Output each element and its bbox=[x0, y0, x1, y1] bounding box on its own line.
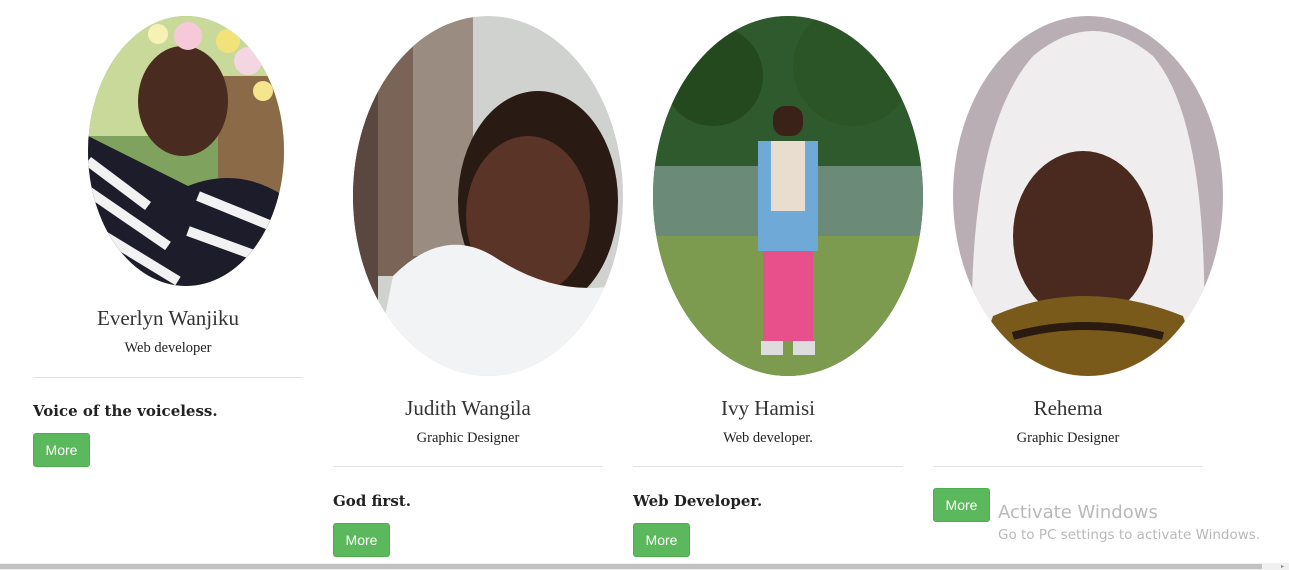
activate-windows-title: Activate Windows bbox=[998, 502, 1158, 523]
more-button[interactable]: More bbox=[333, 523, 390, 557]
more-button[interactable]: More bbox=[633, 523, 690, 557]
more-button[interactable]: More bbox=[933, 488, 990, 522]
member-role: Graphic Designer bbox=[416, 430, 520, 446]
horizontal-scrollbar[interactable]: ▸ bbox=[0, 563, 1289, 570]
portrait-photo-judith bbox=[353, 16, 623, 376]
activate-windows-subtitle: Go to PC settings to activate Windows. bbox=[998, 527, 1261, 543]
member-quote: Web Developer. bbox=[633, 492, 763, 510]
scrollbar-thumb[interactable] bbox=[0, 564, 1262, 569]
member-name: Ivy Hamisi bbox=[721, 396, 815, 420]
member-name: Judith Wangila bbox=[405, 396, 531, 420]
divider bbox=[333, 466, 603, 467]
divider bbox=[33, 377, 303, 378]
scroll-right-icon[interactable]: ▸ bbox=[1281, 564, 1286, 570]
more-button[interactable]: More bbox=[33, 433, 90, 467]
divider bbox=[633, 466, 903, 467]
divider bbox=[933, 466, 1203, 467]
portrait-photo-ivy bbox=[653, 16, 923, 376]
member-role: Graphic Designer bbox=[1016, 430, 1120, 446]
member-name: Everlyn Wanjiku bbox=[97, 306, 239, 330]
member-name: Rehema bbox=[1033, 396, 1103, 420]
member-quote: Voice of the voiceless. bbox=[33, 402, 218, 420]
portrait-photo-rehema bbox=[953, 16, 1223, 376]
member-role: Web developer bbox=[124, 340, 212, 356]
member-quote: God first. bbox=[333, 492, 411, 510]
member-role: Web developer. bbox=[723, 430, 813, 446]
portrait-photo-everlyn bbox=[88, 16, 284, 286]
